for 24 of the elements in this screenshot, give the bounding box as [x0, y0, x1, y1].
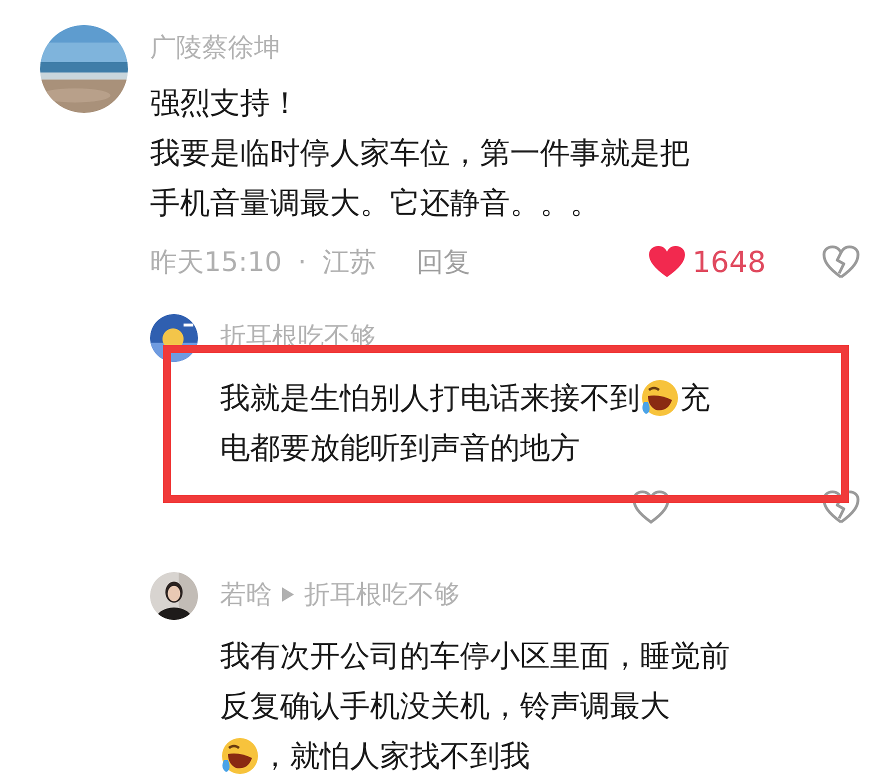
comment-text: 强烈支持！: [150, 84, 300, 122]
author-name[interactable]: 广陵蔡徐坤: [150, 30, 280, 64]
reply-link[interactable]: 回复: [416, 244, 470, 280]
laughing-emoji-icon: [220, 736, 260, 776]
comment-text: 我就是生怕别人打电话来接不到: [220, 380, 640, 418]
comment-text: 我有次开公司的车停小区里面，睡觉前: [220, 638, 730, 676]
laughing-emoji-icon: [640, 378, 680, 418]
comment-location: 江苏: [322, 246, 376, 280]
broken-heart-icon[interactable]: [822, 490, 860, 524]
comment-text: 手机音量调最大。它还静音。。。: [150, 184, 600, 222]
reply-arrow-icon: [282, 586, 294, 602]
broken-heart-icon[interactable]: [822, 245, 860, 279]
comment-text: 反复确认手机没关机，铃声调最大: [220, 688, 670, 726]
author-name[interactable]: 若晗: [220, 576, 272, 612]
reply-to-name[interactable]: 折耳根吃不够: [304, 576, 460, 612]
like-count: 1648: [692, 245, 766, 279]
heart-icon[interactable]: [632, 490, 670, 524]
comment-text: 电都要放能听到声音的地方: [220, 430, 580, 468]
separator-dot: ·: [298, 246, 306, 278]
comment-text: 充: [680, 380, 710, 418]
comment-time: 昨天15:10: [150, 246, 282, 280]
comment-text: ，就怕人家找不到我: [260, 738, 530, 776]
heart-icon[interactable]: [648, 245, 686, 279]
comment-text: 我要是临时停人家车位，第一件事就是把: [150, 134, 690, 172]
